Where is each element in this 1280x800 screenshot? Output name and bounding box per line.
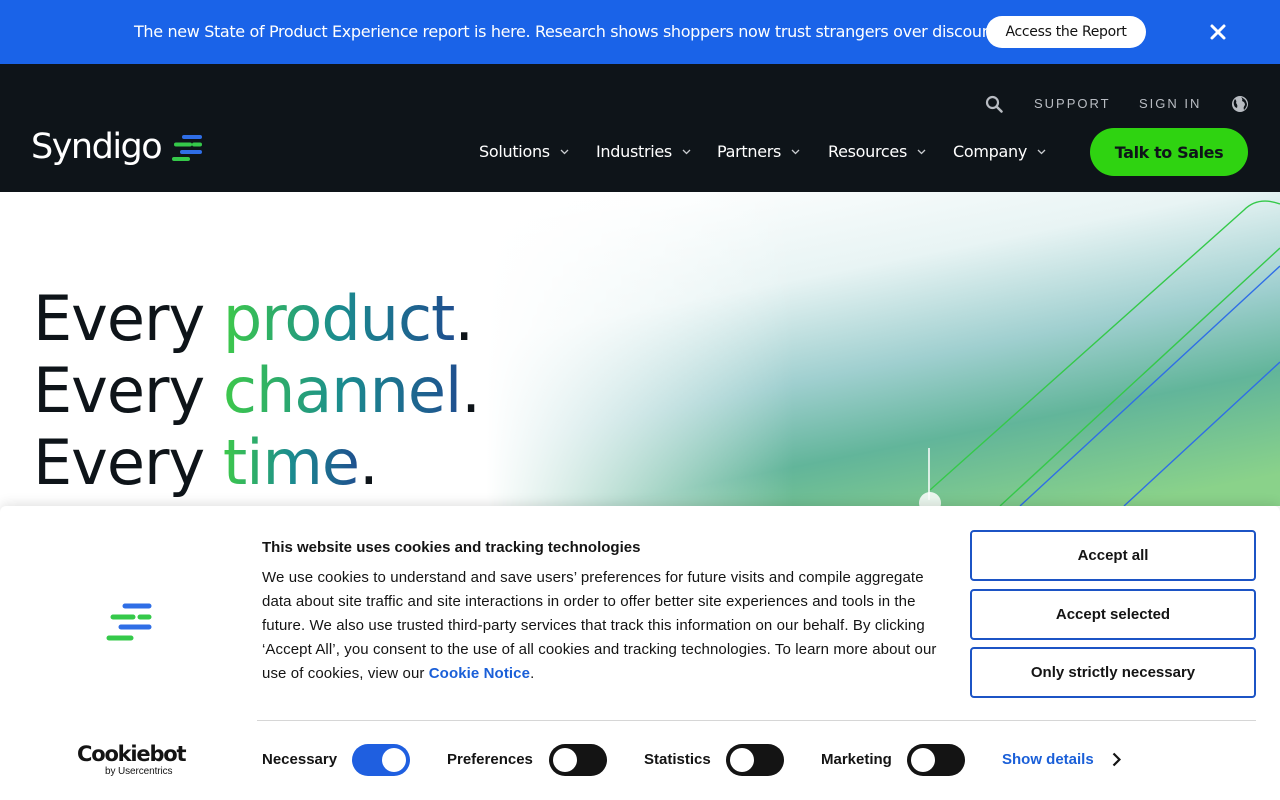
toggle-statistics[interactable] xyxy=(726,744,784,776)
hero-line-highlight: product xyxy=(222,282,455,355)
cookiebot-name: Cookiebot xyxy=(77,742,187,766)
hero-line-1: Every product. xyxy=(33,288,474,350)
globe-icon[interactable] xyxy=(1231,95,1249,113)
site-header xyxy=(0,64,1280,192)
toggle-label-statistics: Statistics xyxy=(644,751,711,768)
nav-industries[interactable]: Industries xyxy=(596,142,691,161)
hero-line-suffix: . xyxy=(461,354,481,427)
sign-in-link[interactable]: SIGN IN xyxy=(1139,96,1201,112)
accept-all-button[interactable]: Accept all xyxy=(970,530,1256,581)
toggle-label-preferences: Preferences xyxy=(447,751,533,768)
syndigo-logo[interactable]: Syndigo xyxy=(31,130,203,165)
support-link[interactable]: SUPPORT xyxy=(1034,96,1111,112)
hero-line-suffix: . xyxy=(454,282,474,355)
nav-label: Industries xyxy=(596,142,672,161)
only-necessary-button[interactable]: Only strictly necessary xyxy=(970,647,1256,698)
cookie-body: We use cookies to understand and save us… xyxy=(262,566,942,686)
nav-solutions[interactable]: Solutions xyxy=(479,142,569,161)
toggle-label-necessary: Necessary xyxy=(262,751,338,768)
chevron-down-icon xyxy=(791,149,800,154)
cookie-notice-link[interactable]: Cookie Notice xyxy=(429,665,530,682)
cookiebot-sub: by Usercentrics xyxy=(105,766,173,777)
chevron-down-icon xyxy=(682,149,691,154)
announcement-text: The new State of Product Experience repo… xyxy=(134,22,1011,41)
announcement-bar: The new State of Product Experience repo… xyxy=(0,0,1280,64)
hero-line-highlight: time xyxy=(222,426,360,499)
nav-partners[interactable]: Partners xyxy=(717,142,800,161)
hero-line-prefix: Every xyxy=(33,282,223,355)
nav-label: Resources xyxy=(828,142,908,161)
talk-to-sales-button[interactable]: Talk to Sales xyxy=(1090,128,1248,176)
show-details-link[interactable]: Show details xyxy=(1002,751,1121,768)
toggle-marketing[interactable] xyxy=(907,744,965,776)
nav-company[interactable]: Company xyxy=(953,142,1046,161)
close-icon[interactable] xyxy=(1207,21,1229,43)
hero-line-suffix: . xyxy=(358,426,379,499)
toggle-knob xyxy=(730,748,754,772)
logo-mark-icon xyxy=(172,134,203,161)
access-report-button[interactable]: Access the Report xyxy=(986,16,1146,48)
hero-line-highlight: channel xyxy=(222,354,462,427)
cookie-title: This website uses cookies and tracking t… xyxy=(262,539,641,556)
nav-label: Solutions xyxy=(479,142,550,161)
hero-line-3: Every time. xyxy=(33,432,379,494)
cookie-body-end: . xyxy=(530,665,535,682)
toggle-knob xyxy=(382,748,406,772)
chevron-right-icon xyxy=(1112,752,1121,767)
logo-wordmark: Syndigo xyxy=(31,127,163,167)
toggle-knob xyxy=(911,748,935,772)
toggle-knob xyxy=(553,748,577,772)
toggle-preferences[interactable] xyxy=(549,744,607,776)
hero-line-2: Every channel. xyxy=(33,360,481,422)
accept-selected-button[interactable]: Accept selected xyxy=(970,589,1256,640)
cookiebot-logo[interactable]: Cookiebot by Usercentrics xyxy=(77,744,187,778)
nav-label: Partners xyxy=(717,142,782,161)
cookie-divider xyxy=(257,720,1256,721)
show-details-label: Show details xyxy=(1002,751,1094,768)
toggle-label-marketing: Marketing xyxy=(821,751,892,768)
chevron-down-icon xyxy=(917,149,926,154)
hero-line-prefix: Every xyxy=(33,354,223,427)
cookie-body-text: We use cookies to understand and save us… xyxy=(262,569,937,682)
search-icon[interactable] xyxy=(985,95,1003,113)
nav-resources[interactable]: Resources xyxy=(828,142,926,161)
syndigo-mark-icon xyxy=(106,603,152,641)
toggle-necessary[interactable] xyxy=(352,744,410,776)
chevron-down-icon xyxy=(1037,149,1046,154)
nav-label: Company xyxy=(953,142,1028,161)
chevron-down-icon xyxy=(560,149,569,154)
hero-line-prefix: Every xyxy=(33,426,223,499)
